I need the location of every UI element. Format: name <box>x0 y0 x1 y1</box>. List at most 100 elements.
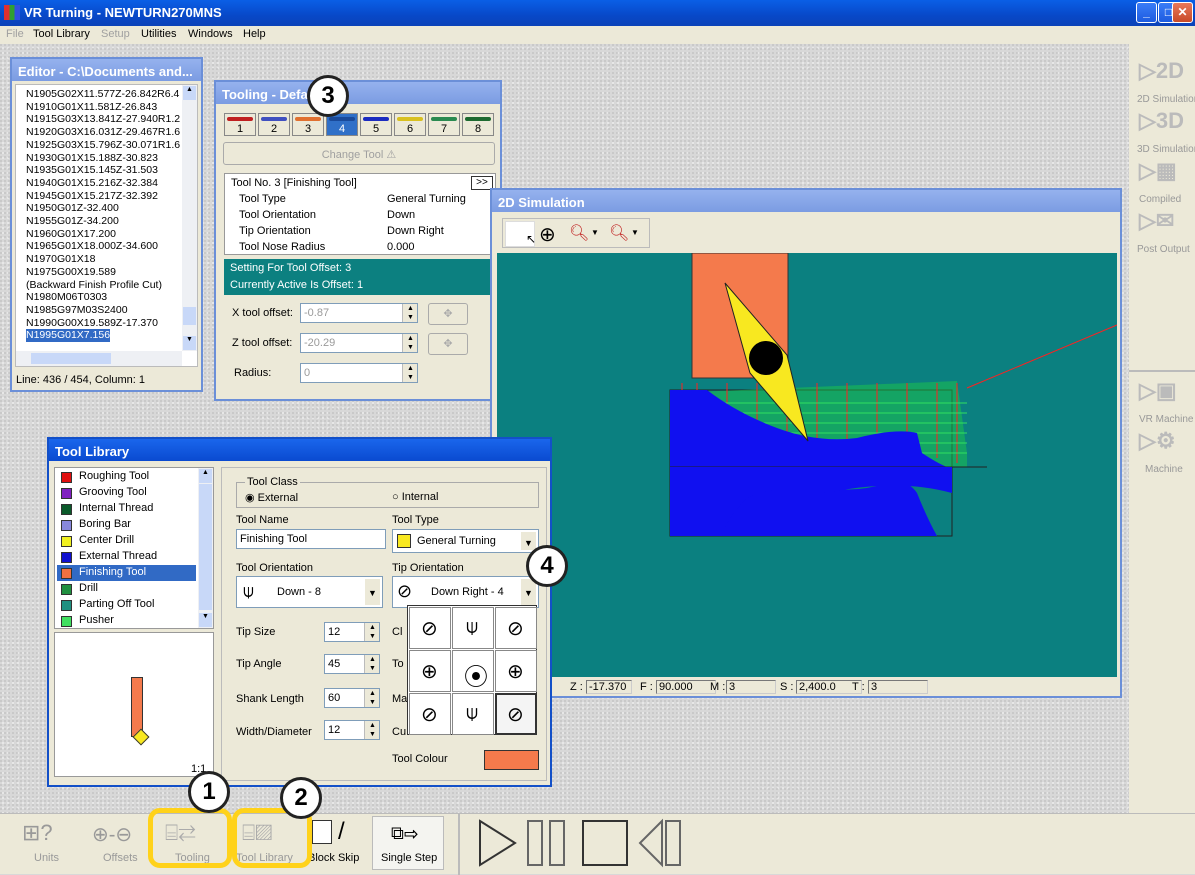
tool-list-item[interactable]: Finishing Tool <box>57 565 196 581</box>
simulation-canvas[interactable] <box>497 253 1117 677</box>
zoom-out-icon[interactable]: 🔍︎ <box>609 223 629 243</box>
menu-help[interactable]: Help <box>243 28 266 40</box>
menu-file[interactable]: File <box>6 28 24 40</box>
tool-class-list[interactable]: Roughing Tool Grooving Tool Internal Threa… <box>54 467 214 629</box>
code-line[interactable]: N1945G01X15.217Z-32.392 <box>26 190 181 203</box>
width-diameter-label: Width/Diameter <box>236 726 312 738</box>
change-tool-button[interactable]: Change Tool ⚠ <box>223 142 495 165</box>
tip-down-right-option[interactable]: ⊘ <box>495 693 537 735</box>
tooling-title: Tooling - Defa <box>216 82 500 104</box>
editor-scroll-thumb[interactable] <box>183 307 196 325</box>
tool-tab-6[interactable]: 6 <box>394 113 426 136</box>
tool-list-item[interactable]: Internal Thread <box>57 501 196 517</box>
tool-list-item[interactable]: Roughing Tool <box>57 469 196 485</box>
code-line[interactable]: N1930G01X15.188Z-30.823 <box>26 152 181 165</box>
tool-list-item[interactable]: Parting Off Tool <box>57 597 196 613</box>
code-line[interactable]: N1940G01X15.216Z-32.384 <box>26 177 181 190</box>
zoom-out-dropdown-icon[interactable]: ▼ <box>631 228 639 237</box>
tool-tab-5[interactable]: 5 <box>360 113 392 136</box>
code-line[interactable]: N1995G01X7.156 <box>26 329 111 343</box>
tool-colour-swatch-icon <box>61 616 72 627</box>
tool-tab-3[interactable]: 3 <box>292 113 324 136</box>
tip-up-right-icon: ⊘ <box>507 618 524 640</box>
tool-list-scrollbar[interactable]: ▲ ▼ <box>198 468 213 628</box>
external-radio[interactable]: ◉ External <box>245 491 298 504</box>
post-output-icon[interactable]: ▷✉ <box>1139 208 1189 242</box>
zoom-in-dropdown-icon[interactable]: ▼ <box>591 228 599 237</box>
tool-tab-7[interactable]: 7 <box>428 113 460 136</box>
tool-tab-8[interactable]: 8 <box>462 113 494 136</box>
tip-up-option[interactable]: ⍦ <box>452 607 494 649</box>
code-line[interactable]: N1955G01Z-34.200 <box>26 215 181 228</box>
units-icon[interactable]: ⊞? <box>22 820 53 846</box>
tip-down-left-option[interactable]: ⊘ <box>409 693 451 735</box>
tool-list-item[interactable]: Pusher <box>57 613 196 629</box>
3d-simulation-icon[interactable]: ▷3D <box>1139 108 1189 142</box>
z-offset-pick-button[interactable]: ✥ <box>428 333 468 355</box>
machine-icon[interactable]: ▷⚙ <box>1139 428 1189 462</box>
code-line[interactable]: N1985G97M03S2400 <box>26 304 181 317</box>
offsets-icon[interactable]: ⊕-⊖ <box>92 822 132 847</box>
z-offset-input[interactable]: -20.29 <box>300 333 418 353</box>
tip-up-right-option[interactable]: ⊘ <box>495 607 537 649</box>
x-offset-input[interactable]: -0.87 <box>300 303 418 323</box>
2d-simulation-icon[interactable]: ▷2D <box>1139 58 1189 92</box>
close-button[interactable]: ✕ <box>1172 2 1193 23</box>
tool-list-item[interactable]: Drill <box>57 581 196 597</box>
tip-angle-input[interactable]: 45 <box>324 654 380 674</box>
tool-type-select[interactable]: General Turning ▼ <box>392 529 539 553</box>
code-line[interactable]: N1970G01X18 <box>26 253 181 266</box>
menu-setup[interactable]: Setup <box>101 28 130 40</box>
minimize-button[interactable]: _ <box>1136 2 1157 23</box>
editor-hscrollbar[interactable] <box>16 351 182 366</box>
tool-tabs: 1 2 3 4 5 6 7 8 <box>224 113 494 136</box>
tool-tab-2[interactable]: 2 <box>258 113 290 136</box>
code-line[interactable]: N1915G03X13.841Z-27.940R1.2 <box>26 113 181 126</box>
tool-colour-swatch[interactable] <box>484 750 539 770</box>
tool-colour-swatch-icon <box>61 520 72 531</box>
badge-1: 1 <box>188 771 230 813</box>
code-line[interactable]: N1950G01Z-32.400 <box>26 202 181 215</box>
tool-list-item[interactable]: Boring Bar <box>57 517 196 533</box>
tip-right-option[interactable]: ⊕ <box>495 650 537 692</box>
width-diameter-input[interactable]: 12 <box>324 720 380 740</box>
tool-name-input[interactable]: Finishing Tool <box>236 529 386 549</box>
code-line[interactable]: (Backward Finish Profile Cut) <box>26 279 181 292</box>
x-offset-pick-button[interactable]: ✥ <box>428 303 468 325</box>
code-line[interactable]: N1920G03X16.031Z-29.467R1.6 <box>26 126 181 139</box>
code-line[interactable]: N1990G00X19.589Z-17.370 <box>26 317 181 330</box>
menu-tool-library[interactable]: Tool Library <box>33 28 90 40</box>
code-line[interactable]: N1910G01X11.581Z-26.843 <box>26 101 181 114</box>
vr-machine-icon[interactable]: ▷▣ <box>1139 378 1189 412</box>
zoom-in-icon[interactable]: 🔍︎ <box>569 223 589 243</box>
tip-down-option[interactable]: ⍦ <box>452 693 494 735</box>
tool-list-item[interactable]: External Thread <box>57 549 196 565</box>
block-skip-icon[interactable] <box>312 820 332 844</box>
radius-input[interactable]: 0 <box>300 363 418 383</box>
menu-utilities[interactable]: Utilities <box>141 28 176 40</box>
tip-center-option[interactable]: ⦿ <box>452 650 494 692</box>
code-line[interactable]: N1935G01X15.145Z-31.503 <box>26 164 181 177</box>
tip-left-option[interactable]: ⊕ <box>409 650 451 692</box>
code-line[interactable]: N1975G00X19.589 <box>26 266 181 279</box>
code-line[interactable]: N1980M06T0303 <box>26 291 181 304</box>
shank-length-input[interactable]: 60 <box>324 688 380 708</box>
tip-size-input[interactable]: 12 <box>324 622 380 642</box>
crosshair-icon[interactable]: ⊕ <box>539 222 556 247</box>
menu-windows[interactable]: Windows <box>188 28 233 40</box>
compiled-icon[interactable]: ▷▦ <box>1139 158 1189 192</box>
editor-vscrollbar[interactable]: ▲ ▼ <box>182 85 197 351</box>
internal-radio[interactable]: ○ Internal <box>392 491 438 503</box>
tip-orientation-select[interactable]: ⊘ Down Right - 4 ▼ <box>392 576 539 608</box>
tool-list-item[interactable]: Grooving Tool <box>57 485 196 501</box>
tip-up-left-option[interactable]: ⊘ <box>409 607 451 649</box>
tool-orientation-select[interactable]: ⍦ Down - 8 ▼ <box>236 576 383 608</box>
code-line[interactable]: N1965G01X18.000Z-34.600 <box>26 240 181 253</box>
editor-code-area[interactable]: N1905G02X11.577Z-26.842R6.4 N1910G01X11.5… <box>15 84 198 367</box>
code-line[interactable]: N1925G03X15.796Z-30.071R1.6 <box>26 139 181 152</box>
pointer-button[interactable]: ↖ <box>505 221 536 247</box>
tool-tab-1[interactable]: 1 <box>224 113 256 136</box>
code-line[interactable]: N1905G02X11.577Z-26.842R6.4 <box>26 88 181 101</box>
tool-list-item[interactable]: Center Drill <box>57 533 196 549</box>
code-line[interactable]: N1960G01X17.200 <box>26 228 181 241</box>
